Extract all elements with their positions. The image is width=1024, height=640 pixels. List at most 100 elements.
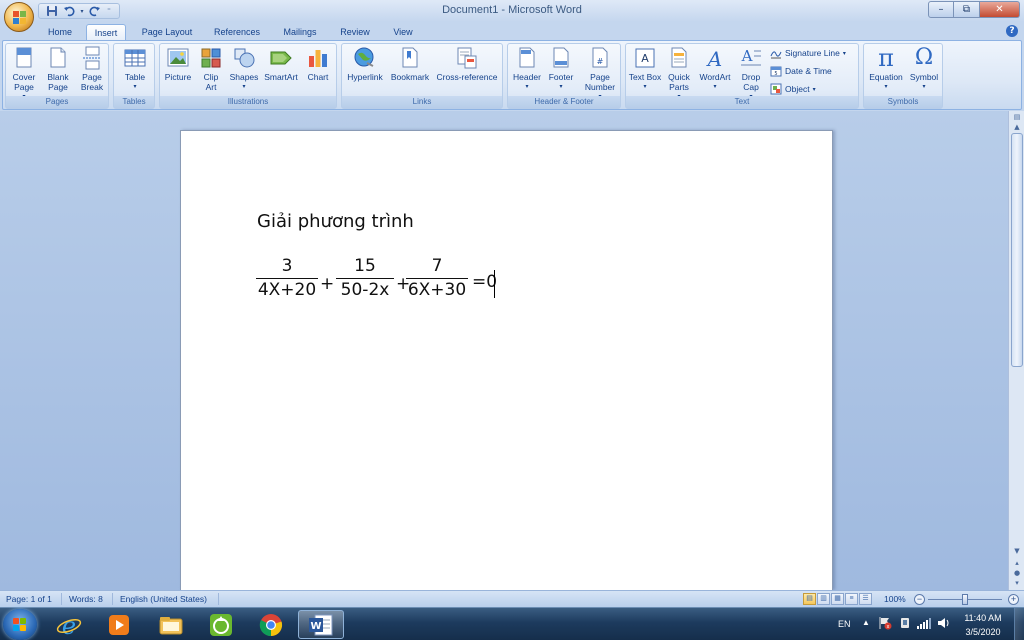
table-icon [123,46,147,70]
equation-button[interactable]: π Equation ▾ [866,46,906,92]
word-icon[interactable]: W [298,610,344,639]
page-count-status[interactable]: Page: 1 of 1 [6,594,52,604]
zoom-level[interactable]: 100% [884,594,906,604]
zoom-in-button[interactable]: + [1008,594,1019,605]
show-hidden-icons-icon[interactable]: ▲ [862,618,870,627]
document-page[interactable] [180,130,833,590]
status-separator [218,593,219,605]
office-button[interactable] [4,2,34,32]
fraction-denominator: 6X+30 [407,280,467,300]
footer-icon [549,46,573,70]
blank-page-icon [46,46,70,70]
drop-cap-icon: A [739,46,763,70]
pi-icon: π [878,44,894,72]
cover-page-button[interactable]: Cover Page▾ [8,46,40,102]
clip-art-button[interactable]: Clip Art [198,46,224,92]
help-icon[interactable]: ? [1006,25,1018,37]
date-time-button[interactable]: 5 Date & Time [770,65,832,77]
page-number-button[interactable]: # Page Number▾ [580,46,620,102]
outline-view-icon[interactable]: ≡ [845,593,858,605]
minimize-button[interactable]: – [928,1,954,18]
text-box-icon: A [633,46,657,70]
text-caret [494,270,495,298]
language-status[interactable]: English (United States) [120,594,207,604]
restore-button[interactable]: ⧉ [954,1,980,18]
tab-page-layout[interactable]: Page Layout [136,24,198,40]
quick-parts-button[interactable]: Quick Parts▾ [662,46,696,102]
object-button[interactable]: Object ▾ [770,83,816,95]
tab-home[interactable]: Home [40,24,80,40]
wordart-button[interactable]: A WordArt ▾ [696,46,734,92]
text-box-button[interactable]: A Text Box ▾ [628,46,662,92]
print-layout-view-icon[interactable]: ▤ [803,593,816,605]
tab-references[interactable]: References [208,24,266,40]
header-button[interactable]: Header ▾ [510,46,544,92]
file-explorer-icon[interactable] [148,610,194,639]
equation-fraction-3[interactable]: 7 6X+30 [406,256,468,300]
network-signal-icon[interactable] [916,616,932,632]
draft-view-icon[interactable]: ☰ [859,593,872,605]
app-green-icon[interactable] [198,610,244,639]
cross-reference-button[interactable]: Cross-reference [434,46,500,82]
chrome-icon[interactable] [248,610,294,639]
group-links: Hyperlink Bookmark Cross-reference Links [341,43,503,109]
web-layout-view-icon[interactable]: ▦ [831,593,844,605]
full-screen-reading-view-icon[interactable]: ▥ [817,593,830,605]
fraction-bar [406,278,468,279]
blank-page-button[interactable]: Blank Page [42,46,74,92]
tab-view[interactable]: View [386,24,420,40]
zoom-out-button[interactable]: − [914,594,925,605]
scroll-down-icon[interactable]: ▼ [1010,545,1024,557]
tab-mailings[interactable]: Mailings [276,24,324,40]
tab-insert[interactable]: Insert [86,24,126,40]
view-buttons: ▤ ▥ ▦ ≡ ☰ [803,593,872,605]
word-count-status[interactable]: Words: 8 [69,594,103,604]
media-player-icon[interactable] [96,610,142,639]
start-button[interactable] [3,609,37,640]
clock-time[interactable]: 11:40 AM [957,613,1009,623]
bookmark-button[interactable]: Bookmark [388,46,432,82]
chart-icon [306,46,330,70]
clip-art-icon [199,46,223,70]
vertical-scrollbar[interactable]: ▤ ▲ ▼ ▴ ● ▾ [1008,111,1024,590]
symbol-button[interactable]: Ω Symbol ▾ [906,46,942,92]
fraction-denominator: 50-2x [340,280,390,300]
scrollbar-thumb[interactable] [1011,133,1023,367]
hyperlink-icon [353,46,377,70]
tab-review[interactable]: Review [334,24,376,40]
device-icon[interactable] [898,616,912,632]
group-label-header-footer: Header & Footer [508,96,620,108]
fraction-denominator: 4X+20 [257,280,317,300]
clock-date[interactable]: 3/5/2020 [957,627,1009,637]
scroll-up-icon[interactable]: ▲ [1010,121,1024,133]
drop-cap-button[interactable]: A Drop Cap▾ [734,46,768,102]
volume-icon[interactable] [936,616,950,632]
status-bar: Page: 1 of 1 Words: 8 English (United St… [0,590,1024,607]
picture-icon [166,46,190,70]
window-controls: – ⧉ ✕ [928,1,1020,18]
input-language[interactable]: EN [838,619,851,629]
table-button[interactable]: Table ▾ [118,46,152,92]
document-heading[interactable]: Giải phương trình [257,211,414,232]
shapes-icon [232,46,256,70]
page-break-button[interactable]: Page Break [76,46,108,92]
svg-text:A: A [741,47,753,65]
equation-fraction-2[interactable]: 15 50-2x [336,256,394,300]
zoom-slider-thumb[interactable] [962,594,968,605]
group-label-tables: Tables [114,96,154,108]
close-button[interactable]: ✕ [980,1,1020,18]
signature-line-button[interactable]: Signature Line ▾ [770,47,846,59]
show-desktop-button[interactable] [1014,608,1024,640]
footer-button[interactable]: Footer ▾ [544,46,578,92]
internet-explorer-icon[interactable]: e [46,610,92,639]
smartart-button[interactable]: SmartArt [262,46,300,82]
picture-button[interactable]: Picture [162,46,194,82]
action-center-flag-icon[interactable]: x [878,616,892,632]
fraction-numerator: 15 [354,256,376,276]
window-title: Document1 - Microsoft Word [442,4,582,16]
equation-fraction-1[interactable]: 3 4X+20 [256,256,318,300]
next-page-icon[interactable]: ▾ [1010,577,1024,589]
chart-button[interactable]: Chart [302,46,334,82]
hyperlink-button[interactable]: Hyperlink [344,46,386,82]
shapes-button[interactable]: Shapes ▾ [228,46,260,92]
